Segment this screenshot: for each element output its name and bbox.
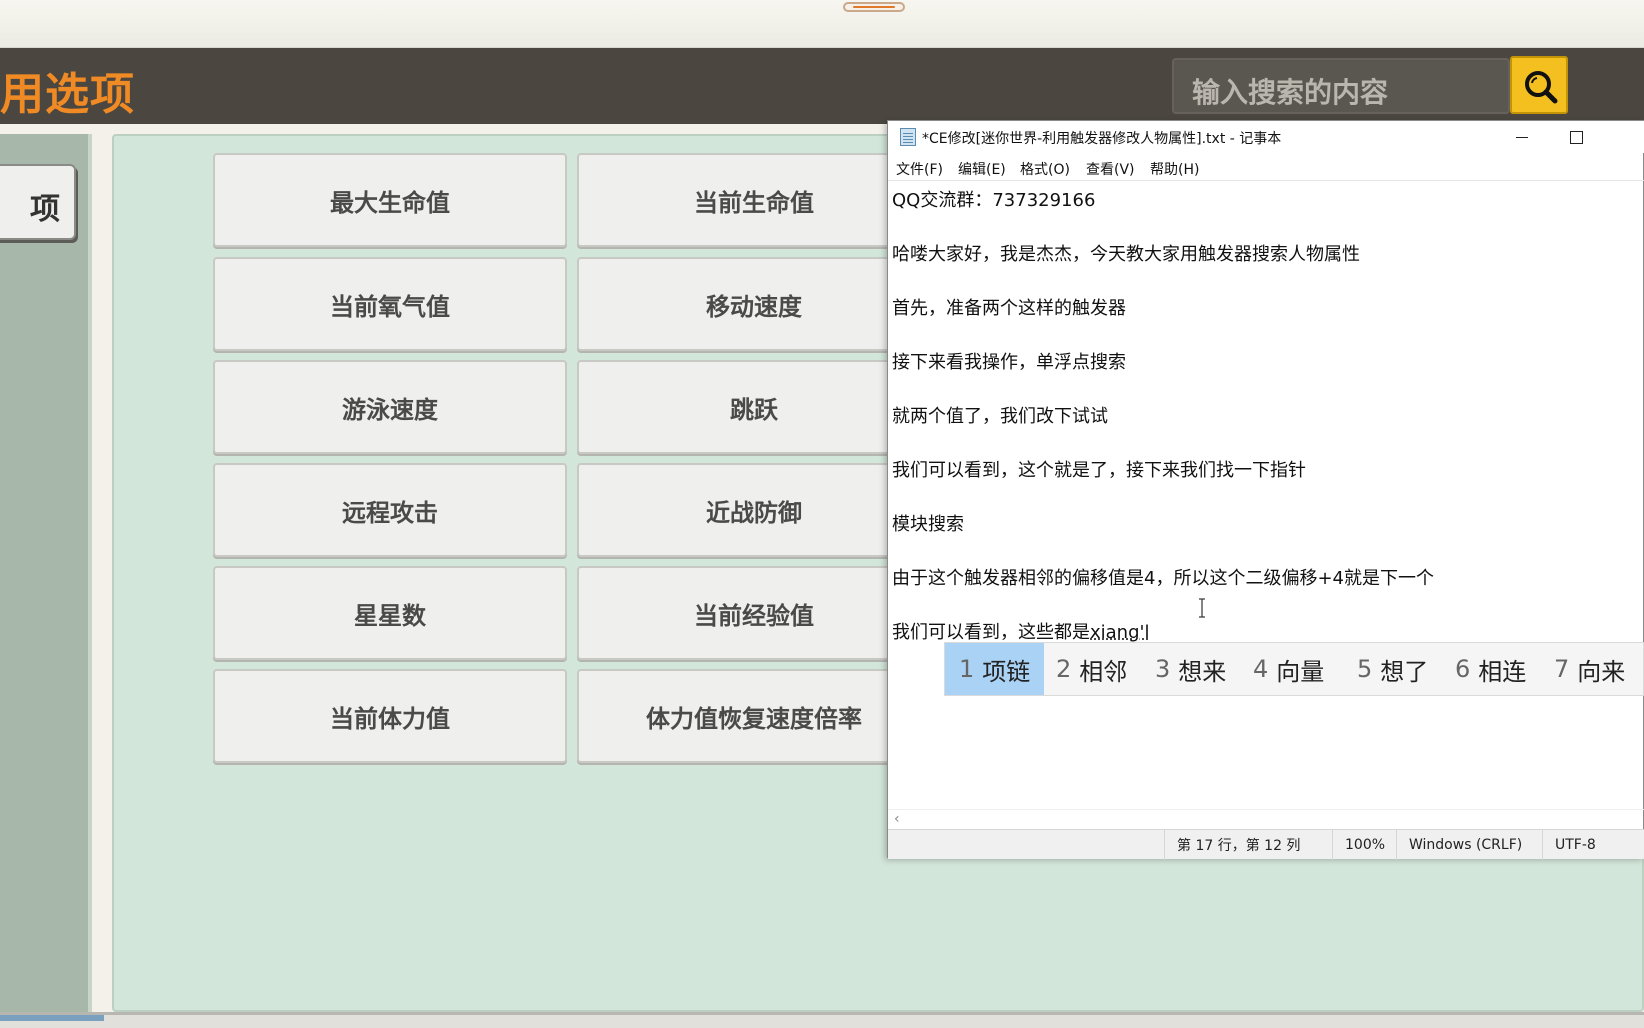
text-line: QQ交流群：737329166	[892, 190, 1096, 211]
sidebar-tab[interactable]: 项	[0, 164, 76, 240]
current-text-line: 我们可以看到，这些都是xiang'l	[892, 618, 1149, 644]
text-line: 哈喽大家好，我是杰杰，今天教大家用触发器搜索人物属性	[892, 244, 1360, 265]
text-cursor-icon	[1199, 598, 1205, 618]
ime-candidate[interactable]: 6 相连	[1455, 643, 1526, 695]
status-encoding: UTF-8	[1542, 830, 1644, 860]
ime-candidate[interactable]: 4 向量	[1253, 643, 1324, 695]
menu-format[interactable]: 格式(O)	[1020, 159, 1070, 179]
option-current-hp[interactable]: 当前生命值	[577, 153, 931, 247]
notepad-document-icon	[900, 128, 916, 146]
option-move-speed[interactable]: 移动速度	[577, 257, 931, 351]
option-current-stamina[interactable]: 当前体力值	[213, 669, 567, 763]
text-line: 由于这个触发器相邻的偏移值是4，所以这个二级偏移+4就是下一个	[892, 568, 1434, 589]
menu-help[interactable]: 帮助(H)	[1150, 159, 1199, 179]
option-melee-defense[interactable]: 近战防御	[577, 463, 931, 557]
maximize-icon[interactable]	[1556, 125, 1596, 149]
text-line: 模块搜索	[892, 514, 964, 535]
page-title: 用选项	[0, 69, 135, 120]
minimize-icon[interactable]	[1502, 125, 1542, 149]
status-line-ending: Windows (CRLF)	[1396, 830, 1542, 860]
notepad-titlebar[interactable]: *CE修改[迷你世界-利用触发器修改人物属性].txt - 记事本	[888, 121, 1644, 153]
text-line: 接下来看我操作，单浮点搜索	[892, 352, 1126, 373]
notepad-title: *CE修改[迷你世界-利用触发器修改人物属性].txt - 记事本	[922, 131, 1282, 147]
option-current-oxygen[interactable]: 当前氧气值	[213, 257, 567, 351]
menu-edit[interactable]: 编辑(E)	[958, 159, 1006, 179]
text-line: 就两个值了，我们改下试试	[892, 406, 1108, 427]
ime-candidate[interactable]: 3 想来	[1155, 643, 1226, 695]
bottom-strip	[0, 1012, 1644, 1028]
status-zoom: 100%	[1332, 830, 1396, 860]
sidebar-tab-label: 项	[30, 192, 60, 227]
notepad-window: *CE修改[迷你世界-利用触发器修改人物属性].txt - 记事本 文件(F) …	[887, 120, 1644, 860]
current-line-text: 我们可以看到，这些都是	[892, 622, 1090, 643]
search-input[interactable]: 输入搜索的内容	[1172, 58, 1510, 114]
search-button[interactable]	[1510, 56, 1568, 114]
option-jump[interactable]: 跳跃	[577, 360, 931, 454]
option-ranged-attack[interactable]: 远程攻击	[213, 463, 567, 557]
option-max-hp[interactable]: 最大生命值	[213, 153, 567, 247]
notepad-menubar: 文件(F) 编辑(E) 格式(O) 查看(V) 帮助(H)	[888, 153, 1644, 181]
horizontal-scrollbar[interactable]: ‹	[888, 809, 1644, 827]
menu-view[interactable]: 查看(V)	[1086, 159, 1135, 179]
ime-candidate[interactable]: 2 相邻	[1056, 643, 1127, 695]
option-swim-speed[interactable]: 游泳速度	[213, 360, 567, 454]
top-strip	[0, 0, 1644, 48]
menu-file[interactable]: 文件(F)	[896, 159, 943, 179]
ime-candidate[interactable]: 5 想了	[1357, 643, 1428, 695]
search-placeholder: 输入搜索的内容	[1192, 76, 1389, 109]
ime-candidate-bar: 1 项链 2 相邻 3 想来 4 向量 5 想了 6 相连 7 向来	[944, 642, 1644, 696]
ime-composition-text: xiang'l	[1090, 622, 1150, 643]
search-icon	[1525, 71, 1558, 104]
text-line: 首先，准备两个这样的触发器	[892, 298, 1126, 319]
status-cursor-position: 第 17 行，第 12 列	[1164, 830, 1332, 860]
sidebar: 项	[0, 134, 92, 1012]
notepad-statusbar: 第 17 行，第 12 列 100% Windows (CRLF) UTF-8	[888, 829, 1644, 860]
text-line: 我们可以看到，这个就是了，接下来我们找一下指针	[892, 460, 1306, 481]
option-current-exp[interactable]: 当前经验值	[577, 566, 931, 660]
app-header: 用选项 输入搜索的内容	[0, 48, 1644, 124]
option-star-count[interactable]: 星星数	[213, 566, 567, 660]
ime-candidate[interactable]: 7 向来	[1554, 643, 1625, 695]
option-stamina-regen-rate[interactable]: 体力值恢复速度倍率	[577, 669, 931, 763]
scroll-left-icon[interactable]: ‹	[894, 811, 900, 827]
ime-candidate[interactable]: 1 项链	[945, 643, 1044, 695]
drag-handle[interactable]	[843, 2, 905, 12]
